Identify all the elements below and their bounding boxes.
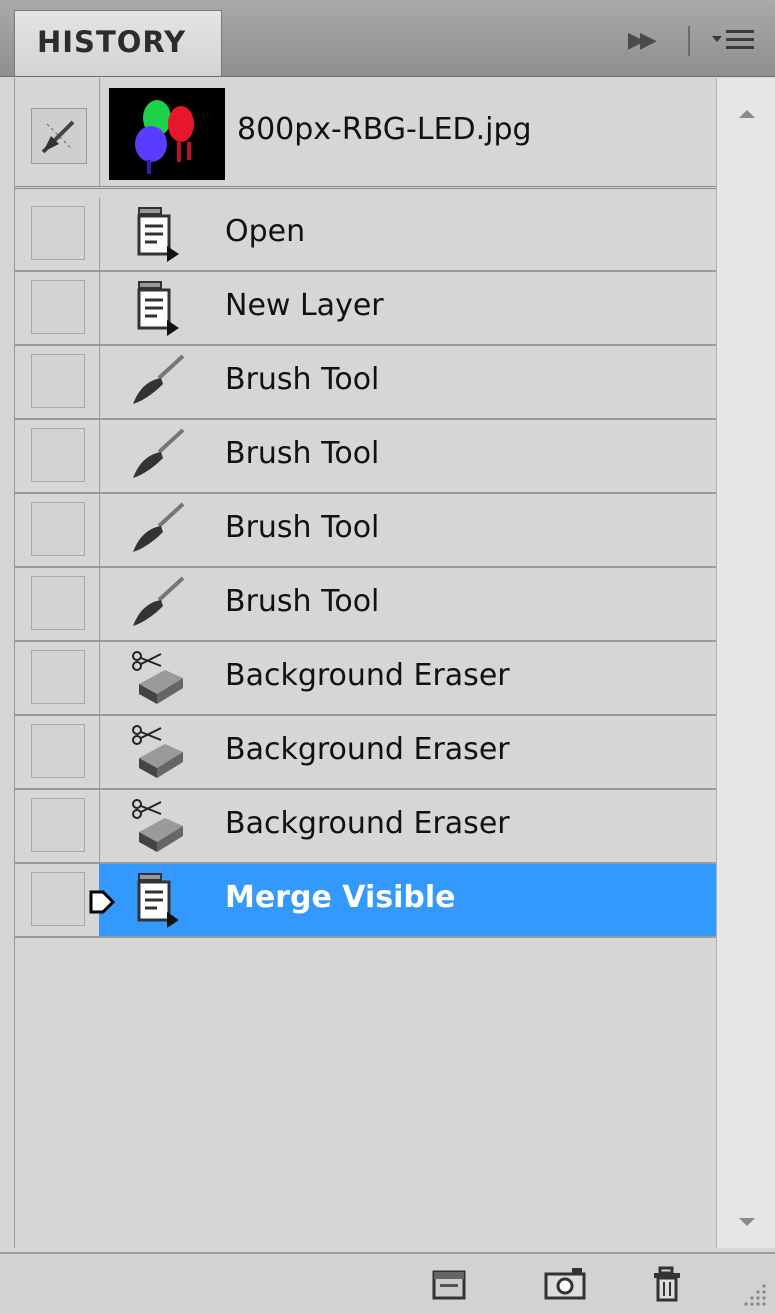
history-source-checkbox[interactable] — [31, 872, 85, 926]
column-divider — [99, 346, 100, 418]
new-snapshot-camera-icon[interactable] — [542, 1264, 586, 1304]
history-source-checkbox[interactable] — [31, 650, 85, 704]
history-source-checkbox[interactable] — [31, 798, 85, 852]
brush-icon — [125, 352, 189, 412]
panel-header: HISTORY ▶▶ — [0, 0, 775, 77]
column-divider — [99, 420, 100, 492]
history-state-row[interactable]: Brush Tool — [15, 420, 717, 494]
history-state-row[interactable]: Background Eraser — [15, 716, 717, 790]
column-divider — [99, 642, 100, 714]
history-state-label: New Layer — [225, 288, 384, 323]
history-state-row[interactable]: Brush Tool — [15, 494, 717, 568]
history-state-row[interactable]: Background Eraser — [15, 642, 717, 716]
panel-menu-icon[interactable] — [708, 22, 766, 58]
header-divider — [688, 26, 690, 56]
new-document-from-state-icon[interactable] — [428, 1264, 472, 1304]
collapse-panel-icon[interactable]: ▶▶ — [628, 24, 668, 58]
background-eraser-icon — [125, 796, 189, 856]
history-state-label: Merge Visible — [225, 880, 456, 915]
history-state-row[interactable]: Open — [15, 198, 717, 272]
history-state-label: Brush Tool — [225, 510, 380, 545]
history-source-checkbox[interactable] — [31, 428, 85, 482]
snapshot-thumbnail — [109, 88, 225, 180]
history-state-label: Background Eraser — [225, 806, 510, 841]
history-state-label: Background Eraser — [225, 658, 510, 693]
trash-icon[interactable] — [648, 1264, 692, 1304]
state-pointer-icon[interactable] — [89, 890, 116, 918]
history-state-label: Brush Tool — [225, 436, 380, 471]
background-eraser-icon — [125, 722, 189, 782]
snapshot-row[interactable]: 800px-RBG-LED.jpg — [15, 78, 717, 189]
column-divider — [99, 78, 100, 186]
panel-footer — [0, 1252, 775, 1313]
vertical-scrollbar[interactable] — [716, 78, 775, 1248]
history-states: Open New Layer Brush Tool Brush Tool Bru… — [15, 198, 717, 938]
background-eraser-icon — [125, 648, 189, 708]
brush-icon — [125, 500, 189, 560]
brush-icon — [125, 426, 189, 486]
document-action-icon — [125, 278, 189, 338]
history-state-label: Brush Tool — [225, 584, 380, 619]
column-divider — [99, 198, 100, 270]
brush-icon — [125, 574, 189, 634]
scroll-up-arrow-icon[interactable] — [739, 110, 755, 118]
history-list: 800px-RBG-LED.jpg Open New Layer Brush T… — [14, 78, 717, 1248]
history-source-checkbox[interactable] — [31, 502, 85, 556]
resize-grip-icon[interactable] — [742, 1282, 768, 1308]
history-source-checkbox[interactable] — [31, 576, 85, 630]
history-state-label: Brush Tool — [225, 362, 380, 397]
column-divider — [99, 272, 100, 344]
history-state-row[interactable]: Brush Tool — [15, 568, 717, 642]
history-source-checkbox[interactable] — [31, 280, 85, 334]
history-source-checkbox[interactable] — [31, 206, 85, 260]
column-divider — [99, 494, 100, 566]
column-divider — [99, 568, 100, 640]
history-state-row-selected[interactable]: Merge Visible — [15, 864, 717, 938]
document-action-icon — [125, 870, 189, 930]
history-state-label: Background Eraser — [225, 732, 510, 767]
history-source-checkbox[interactable] — [31, 724, 85, 778]
snapshot-name: 800px-RBG-LED.jpg — [237, 112, 532, 147]
column-divider — [99, 716, 100, 788]
history-panel: HISTORY ▶▶ 800px-RBG-LED.jpg Open New La… — [0, 0, 775, 1313]
tab-label: HISTORY — [37, 25, 187, 59]
history-state-row[interactable]: Background Eraser — [15, 790, 717, 864]
history-state-label: Open — [225, 214, 306, 249]
scroll-down-arrow-icon[interactable] — [739, 1218, 755, 1226]
history-source-checkbox[interactable] — [31, 354, 85, 408]
column-divider — [99, 790, 100, 862]
tab-history[interactable]: HISTORY — [14, 10, 222, 76]
document-action-icon — [125, 204, 189, 264]
history-state-row[interactable]: New Layer — [15, 272, 717, 346]
history-state-row[interactable]: Brush Tool — [15, 346, 717, 420]
history-brush-icon[interactable] — [31, 108, 87, 164]
